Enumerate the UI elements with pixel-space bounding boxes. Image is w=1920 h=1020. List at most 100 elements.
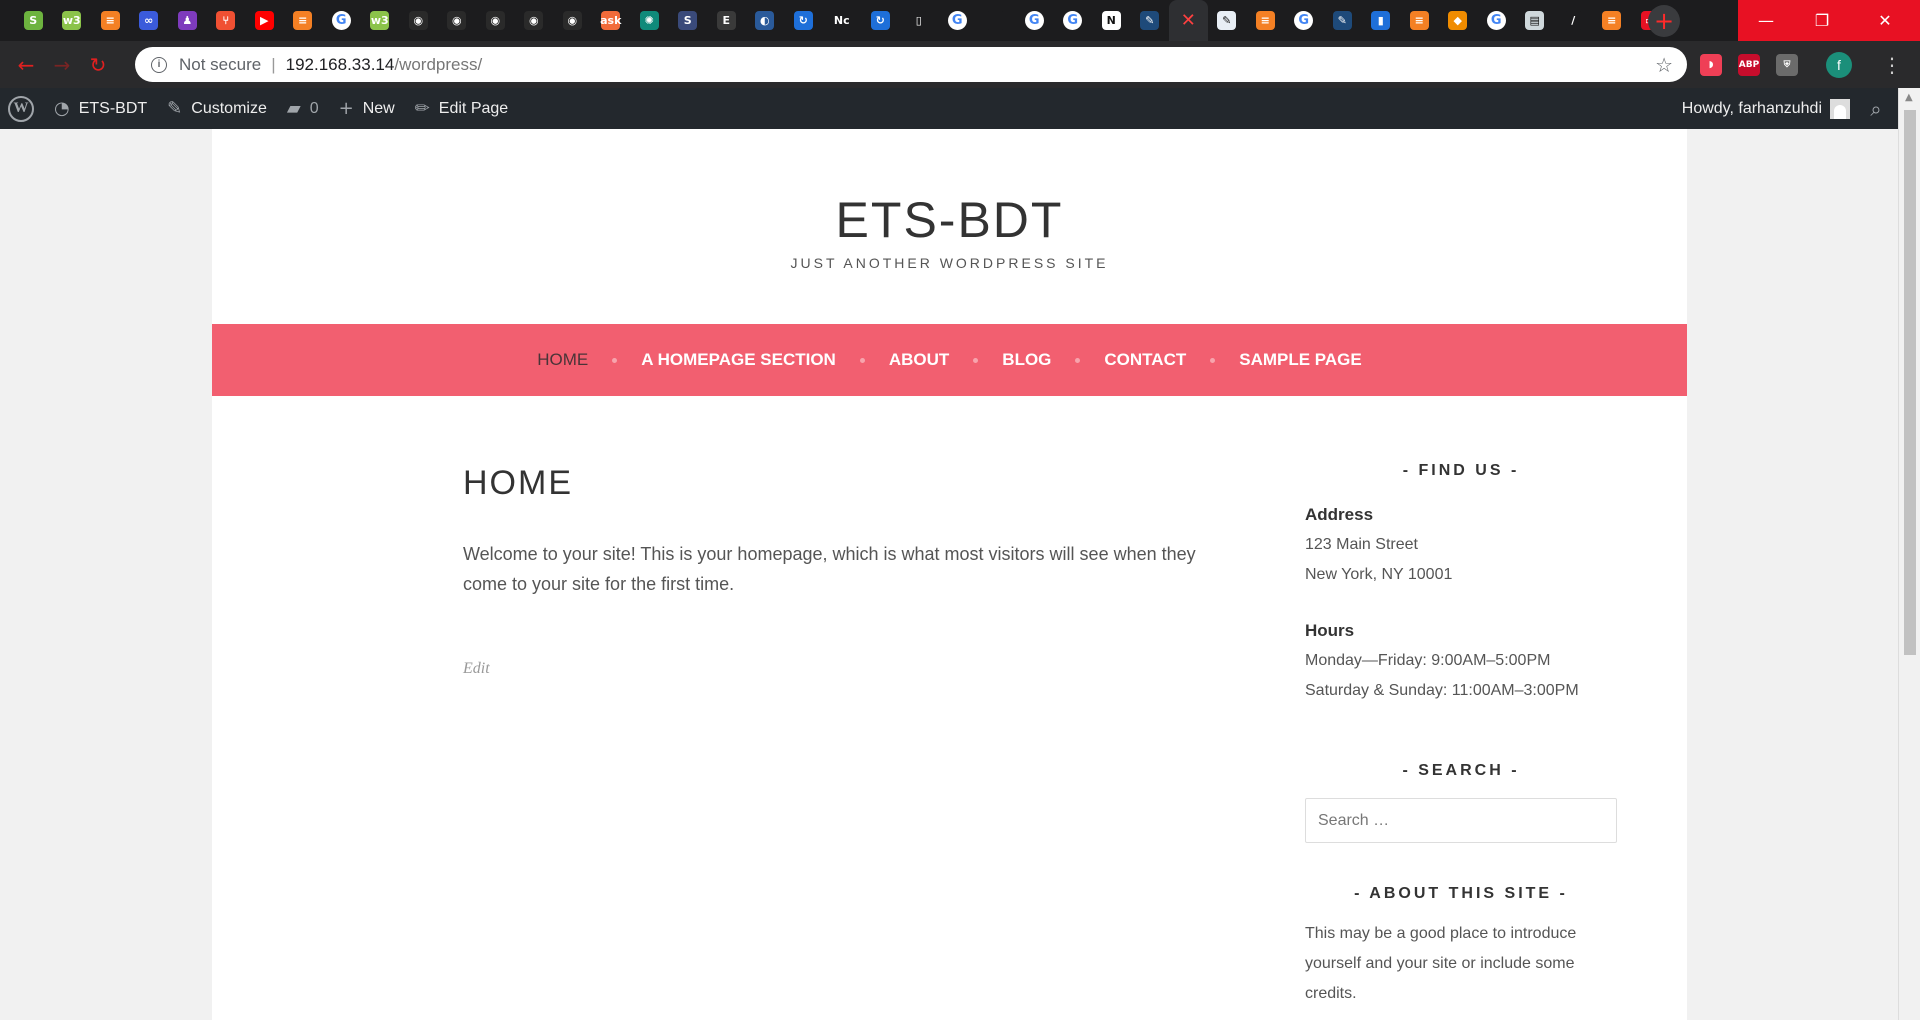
scroll-up-icon[interactable]: ▲ [1905, 92, 1913, 103]
stackoverflow-icon: ≡ [1602, 11, 1622, 30]
browser-tab[interactable]: ≡ [1400, 0, 1439, 41]
site-title[interactable]: ETS-BDT [212, 191, 1687, 249]
edit-link[interactable]: Edit [463, 660, 490, 678]
nav-separator-dot [1075, 357, 1081, 363]
address-bar[interactable]: i Not secure | 192.168.33.14 /wordpress/… [135, 47, 1687, 82]
leaf-icon: ✎ [1140, 11, 1160, 30]
cloud-icon: ∞ [139, 11, 159, 30]
admin-bar-site-name[interactable]: ◔ ETS-BDT [44, 88, 157, 129]
nav-item-sample-page[interactable]: SAMPLE PAGE [1235, 350, 1365, 370]
nav-item-home[interactable]: HOME [533, 350, 592, 370]
browser-tab-strip: Sw3 ≡ ∞ ♟ ⑂ ▶ ≡ Gw3 ◉ ◉ ◉ ◉ ◉ ask ✺ S E ◐ ↻ Nc ↻ ▯ G G G N ✎ ✕ ✎ ≡ G ✎ ▮… [0, 0, 1920, 41]
admin-bar-edit-page[interactable]: ✏ Edit Page [405, 88, 518, 129]
browser-tab[interactable]: G [1054, 0, 1093, 41]
browser-tab[interactable]: ▮ [1362, 0, 1401, 41]
adblock-plus-icon[interactable]: ABP [1738, 53, 1760, 76]
nav-item-a-homepage-section[interactable]: A HOMEPAGE SECTION [637, 350, 840, 370]
reload-button[interactable]: ↻ [80, 47, 116, 83]
browser-tab[interactable]: ≡ [91, 0, 130, 41]
browser-tab[interactable]: ∞ [130, 0, 169, 41]
nav-item-blog[interactable]: BLOG [998, 350, 1055, 370]
search-input[interactable]: Search … [1305, 798, 1617, 843]
browser-tab[interactable]: / [1554, 0, 1593, 41]
browser-tab[interactable]: Nc [823, 0, 862, 41]
site-description: JUST ANOTHER WORDPRESS SITE [790, 255, 1109, 271]
browser-tab[interactable]: ↻ [784, 0, 823, 41]
s-icon: S [678, 11, 698, 30]
browser-tab[interactable]: ▯ [900, 0, 939, 41]
browser-tab[interactable]: ◉ [515, 0, 554, 41]
info-icon[interactable]: i [151, 56, 167, 73]
restore-button[interactable]: ❐ [1794, 0, 1850, 41]
wordpress-logo-icon: W [8, 95, 34, 122]
browser-tab[interactable]: ◉ [553, 0, 592, 41]
pocket-icon[interactable]: ◗ [1700, 53, 1722, 76]
shield-icon: ◐ [755, 11, 775, 30]
nav-item-contact[interactable]: CONTACT [1100, 350, 1190, 370]
wp-logo-menu[interactable]: W [0, 88, 44, 129]
database-icon: ▮ [1371, 11, 1391, 30]
browser-tab[interactable]: ≡ [1246, 0, 1285, 41]
browser-tab[interactable]: ≡ [284, 0, 323, 41]
minimize-button[interactable]: — [1738, 0, 1794, 41]
browser-tab[interactable]: ◐ [746, 0, 785, 41]
browser-tab[interactable]: N [1092, 0, 1131, 41]
browser-tab[interactable]: G [1285, 0, 1324, 41]
admin-bar-account[interactable]: Howdy, farhanzuhdi [1672, 88, 1854, 129]
nav-item-about[interactable]: ABOUT [885, 350, 953, 370]
browser-tab[interactable]: w3 [361, 0, 400, 41]
stackoverflow-icon: ≡ [1409, 11, 1429, 30]
browser-tab[interactable]: w3 [53, 0, 92, 41]
google-icon: G [947, 11, 967, 30]
browser-tab[interactable]: ✎ [1208, 0, 1247, 41]
browser-menu-icon[interactable]: ⋮ [1882, 53, 1902, 77]
admin-bar-search-icon[interactable]: ⌕ [1854, 97, 1898, 121]
browser-tab[interactable]: ⑂ [207, 0, 246, 41]
browser-tab[interactable]: G [1015, 0, 1054, 41]
admin-bar-customize[interactable]: ✎ Customize [157, 88, 277, 129]
browser-tab[interactable]: ↻ [861, 0, 900, 41]
howdy-label: Howdy, farhanzuhdi [1681, 99, 1822, 117]
admin-bar-new[interactable]: + New [329, 88, 405, 129]
browser-tab[interactable]: ✺ [630, 0, 669, 41]
find-us-widget-title: - FIND US - [1402, 462, 1520, 479]
scroll-thumb[interactable] [1904, 110, 1916, 655]
browser-tab[interactable]: G [938, 0, 977, 41]
browser-tab[interactable]: ✎ [1323, 0, 1362, 41]
profile-avatar[interactable]: f [1826, 51, 1852, 78]
browser-tab[interactable]: S [14, 0, 53, 41]
pencil-icon: ✏ [414, 98, 430, 119]
nav-separator-dot [973, 357, 979, 363]
bookmark-star-icon[interactable]: ☆ [1655, 53, 1673, 77]
browser-tab[interactable]: ask [592, 0, 631, 41]
browser-tab[interactable]: ▤ [1516, 0, 1555, 41]
close-icon: ✕ [1180, 10, 1196, 31]
back-button[interactable]: ← [8, 47, 44, 83]
page-scrollbar[interactable]: ▲ [1898, 88, 1920, 1020]
nav-separator-dot [1210, 357, 1216, 363]
browser-tab[interactable]: E [707, 0, 746, 41]
new-tab-button[interactable]: + [1648, 5, 1680, 37]
browser-tab[interactable]: ◉ [438, 0, 477, 41]
browser-tab[interactable]: G [1477, 0, 1516, 41]
shield-extension-icon[interactable]: ⛨ [1776, 53, 1798, 76]
admin-bar-comments[interactable]: ▰ 0 [277, 88, 329, 129]
forward-button[interactable]: → [44, 47, 80, 83]
browser-tab[interactable]: ◆ [1439, 0, 1478, 41]
browser-tab[interactable]: ✎ [1131, 0, 1170, 41]
sync-icon: ↻ [793, 11, 813, 30]
browser-tab[interactable]: ≡ [1593, 0, 1632, 41]
browser-tab[interactable] [977, 0, 1016, 41]
browser-tab[interactable]: ◉ [476, 0, 515, 41]
brush-icon: ✎ [167, 98, 183, 119]
browser-tab[interactable]: G [322, 0, 361, 41]
browser-tab[interactable]: S [669, 0, 708, 41]
browser-tab[interactable]: ✕ [1169, 0, 1208, 41]
github-icon: ◉ [562, 11, 582, 30]
browser-tab[interactable]: ▶ [245, 0, 284, 41]
close-window-button[interactable]: ✕ [1850, 0, 1920, 41]
security-status[interactable]: Not secure [179, 55, 261, 75]
browser-tab[interactable]: ◉ [399, 0, 438, 41]
browser-tab[interactable]: ♟ [168, 0, 207, 41]
github-icon: ◉ [524, 11, 544, 30]
